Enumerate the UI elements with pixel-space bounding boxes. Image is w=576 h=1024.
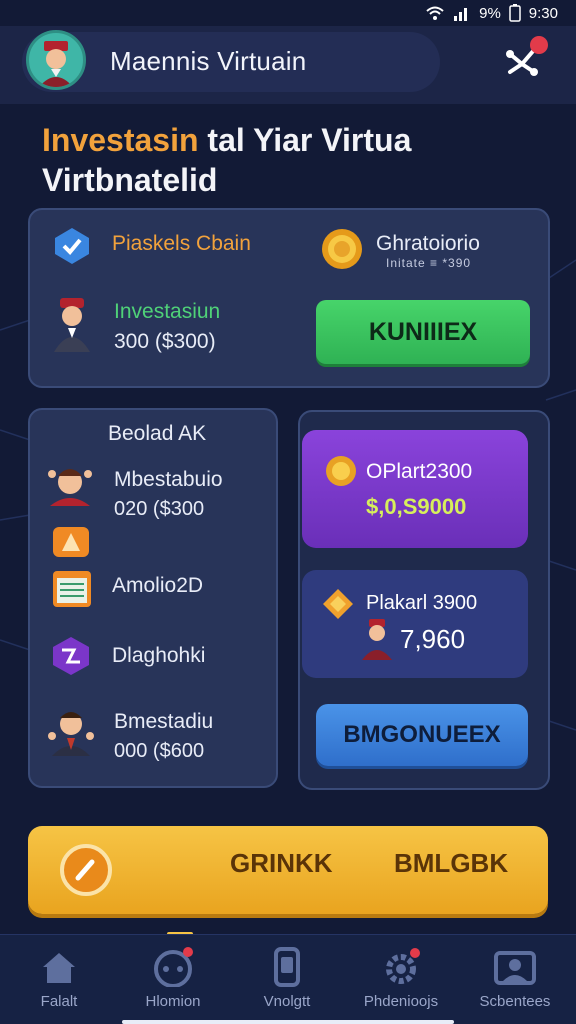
bottom-navigation: Falalt Hlomion Vnolgtt Phdenioojs Scbent… (0, 934, 576, 1024)
nav-item-phone[interactable]: Vnolgtt (232, 947, 342, 1010)
phone-icon (274, 947, 300, 987)
promo-2-label: Plakarl 3900 (366, 592, 478, 614)
invest-amount: 300 ($300) (114, 330, 216, 353)
compass-icon (60, 844, 112, 896)
nav-label-games: Hlomion (145, 993, 201, 1010)
nav-label-home: Falalt (40, 993, 78, 1010)
page-title-rest: tal Yiar Virtua (198, 122, 412, 158)
action-right-label[interactable]: BMLGBK (394, 848, 508, 879)
claim-button[interactable]: BMGONUEEX (316, 704, 528, 766)
asset-item-3-label[interactable]: Dlaghohki (112, 644, 205, 668)
battery-icon (509, 4, 521, 22)
investor-avatar-icon (54, 298, 90, 352)
profile-card-icon (494, 951, 536, 985)
settings-icon (386, 948, 420, 984)
status-time: 9:30 (528, 4, 558, 22)
businessman-icon (48, 712, 94, 756)
system-home-indicator (122, 1020, 454, 1024)
nav-label-settings: Phdenioojs (363, 993, 439, 1010)
promo-2-value: 7,960 (400, 624, 466, 654)
warning-icon (53, 527, 89, 557)
chart-window-icon (53, 571, 91, 607)
invest-label: Investasiun (114, 300, 221, 323)
share-button[interactable] (500, 36, 550, 82)
nav-item-home[interactable]: Falalt (4, 947, 114, 1010)
status-bar: 9% 9:30 (0, 0, 576, 26)
notification-badge (530, 36, 548, 54)
action-left-label[interactable]: GRINKK (230, 848, 333, 879)
page-title-highlight: Investasin (42, 122, 199, 158)
asset-item-1-value: 020 ($300 (114, 498, 205, 520)
page-title: Investasin tal Yiar Virtua Virtbnatelid (42, 120, 411, 200)
promo-1-value: $,0,S9000 (366, 494, 467, 519)
hexagon-logo-icon (53, 637, 89, 675)
bottom-action-bar[interactable]: GRINKK BMLGBK (28, 826, 548, 914)
home-icon (43, 953, 75, 983)
nav-item-settings[interactable]: Phdenioojs (346, 947, 456, 1010)
sun-coin-icon (326, 456, 356, 486)
coin-label: Ghratoiorio (376, 232, 480, 255)
signal-icon (454, 8, 468, 21)
nav-item-profile[interactable]: Scbentees (460, 947, 570, 1010)
asset-list-title: Beolad AK (108, 422, 207, 445)
chain-icon (55, 228, 89, 264)
invest-now-button[interactable]: KUNIIIEX (316, 300, 530, 364)
promo-card-purple[interactable] (302, 430, 528, 548)
cheering-avatar-icon (48, 469, 92, 506)
app-header: Maennis Virtuain (0, 26, 576, 104)
header-title: Maennis Virtuain (110, 46, 307, 76)
asset-item-1-label[interactable]: Mbestabuio (114, 468, 223, 492)
asset-item-4-label[interactable]: Bmestadiu (114, 710, 213, 734)
battery-percent: 9% (479, 4, 501, 22)
gamepad-icon (154, 947, 193, 987)
mini-avatar-icon (362, 619, 392, 660)
asset-item-2-label[interactable]: Amolio2D (112, 574, 203, 598)
page-subtitle: Virtbnatelid (42, 162, 218, 198)
nav-label-profile: Scbentees (479, 993, 551, 1010)
asset-item-4-value: 000 ($600 (114, 740, 205, 762)
nav-item-games[interactable]: Hlomion (118, 947, 228, 1010)
avatar[interactable] (26, 30, 86, 90)
coin-sublabel: Initate ≡ *390 (386, 256, 472, 270)
coin-icon (322, 229, 362, 269)
nav-label-phone: Vnolgtt (263, 993, 311, 1010)
chain-label: Piaskels Cbain (112, 232, 251, 255)
wifi-icon (426, 6, 444, 20)
promo-1-label: OPlart2300 (366, 460, 473, 483)
gem-icon (323, 589, 353, 619)
